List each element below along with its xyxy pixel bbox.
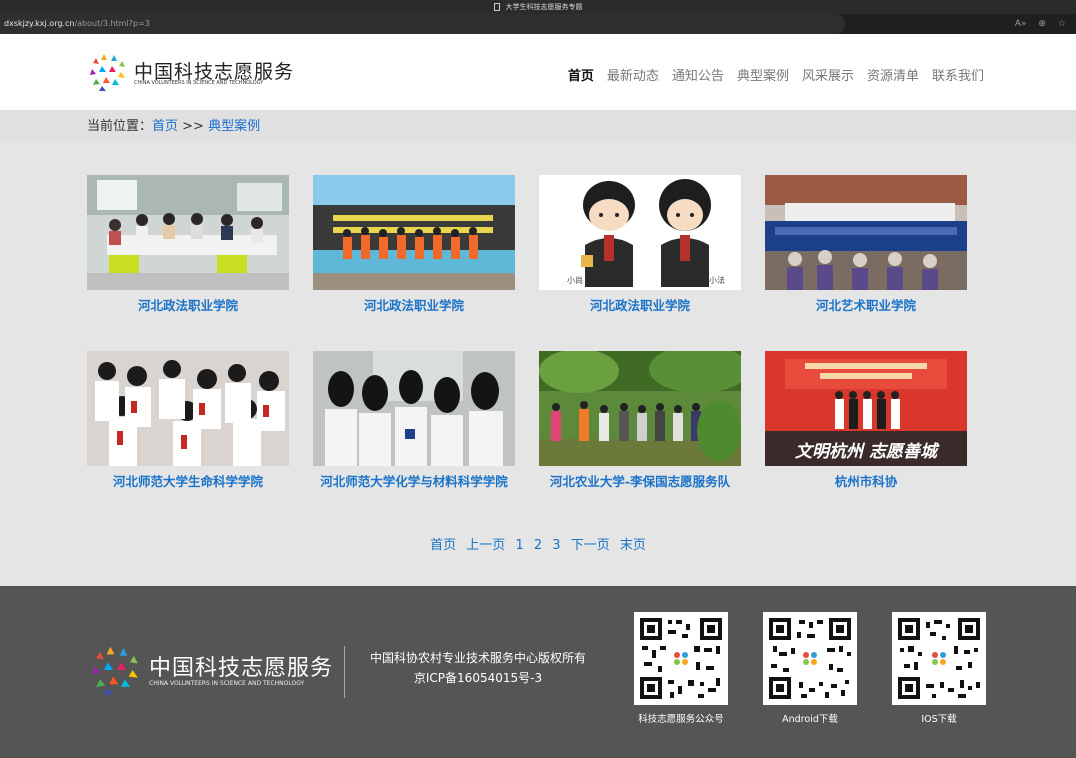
case-card[interactable]: 河北师范大学生命科学学院 xyxy=(87,351,289,490)
copyright-text: 中国科协农村专业技术服务中心版权所有 xyxy=(369,651,586,665)
footer-logo-title: 中国科技志愿服务 xyxy=(149,656,334,681)
url-field[interactable]: dxskjzy.kxj.org.cn/about/3.html?p=3 xyxy=(0,14,845,34)
case-caption[interactable]: 河北政法职业学院 xyxy=(539,295,741,314)
case-caption[interactable]: 河北农业大学-李保国志愿服务队 xyxy=(539,471,741,490)
logo-mark-icon xyxy=(90,54,125,91)
orchard-group-photo[interactable] xyxy=(539,351,741,466)
village-stage-photo[interactable] xyxy=(765,175,967,290)
browser-addressbar: dxskjzy.kxj.org.cn/about/3.html?p=3 A» ⊕… xyxy=(0,14,1076,34)
read-aloud-icon[interactable]: A» xyxy=(1015,19,1027,29)
page-next[interactable]: 下一页 xyxy=(571,538,610,553)
qr-code-icon xyxy=(892,612,986,705)
url-host: dxskjzy.kxj.org.cn xyxy=(4,19,75,28)
page-prev[interactable]: 上一页 xyxy=(466,538,505,553)
qr-label: 科技志愿服务公众号 xyxy=(638,714,724,725)
case-card[interactable]: 河北政法职业学院 xyxy=(313,175,515,314)
breadcrumb-prefix: 当前位置： xyxy=(87,119,153,134)
page-3[interactable]: 3 xyxy=(552,538,560,553)
case-caption[interactable]: 河北师范大学化学与材料科学学院 xyxy=(313,471,515,490)
site-logo[interactable]: 中国科技志愿服务 CHINA VOLUNTEERS IN SCIENCE AND… xyxy=(88,52,293,92)
case-card[interactable]: 文明杭州 志愿善城 杭州市科协 xyxy=(765,351,967,490)
footer-logo-mark-icon xyxy=(92,646,138,695)
footer-copyright: 中国科协农村专业技术服务中心版权所有 京ICP备16054015号-3 xyxy=(358,648,598,688)
meeting-room-photo[interactable] xyxy=(87,175,289,290)
qr-code-icon xyxy=(763,612,857,705)
breadcrumb-separator: >> xyxy=(178,119,209,134)
students-lab-photo[interactable] xyxy=(313,351,515,466)
breadcrumb: 当前位置：首页 >> 典型案例 xyxy=(0,110,1076,143)
cartoon-judges-illustration[interactable]: 小尚 小法 xyxy=(539,175,741,290)
case-caption[interactable]: 河北政法职业学院 xyxy=(87,295,289,314)
page-first[interactable]: 首页 xyxy=(430,538,456,553)
award-ceremony-photo[interactable]: 文明杭州 志愿善城 xyxy=(765,351,967,466)
qr-label: Android下载 xyxy=(782,714,838,725)
pagination: 首页 上一页 1 2 3 下一页 末页 xyxy=(0,534,1076,553)
award-banner-text: 文明杭州 志愿善城 xyxy=(795,442,940,462)
case-caption[interactable]: 河北政法职业学院 xyxy=(313,295,515,314)
case-card[interactable]: 小尚 小法 河北政法职业学院 xyxy=(539,175,741,314)
nav-resources[interactable]: 资源清单 xyxy=(867,65,919,84)
illustration-label-right: 小法 xyxy=(709,275,725,285)
case-card[interactable]: 河北农业大学-李保国志愿服务队 xyxy=(539,351,741,490)
nav-home[interactable]: 首页 xyxy=(568,65,594,84)
icp-number[interactable]: 京ICP备16054015号-3 xyxy=(358,668,598,688)
site-header: 中国科技志愿服务 CHINA VOLUNTEERS IN SCIENCE AND… xyxy=(0,34,1076,110)
page-2[interactable]: 2 xyxy=(534,538,542,553)
favorite-icon[interactable]: ☆ xyxy=(1058,19,1066,29)
url-path: /about/3.html?p=3 xyxy=(74,19,150,28)
site-footer: 中国科技志愿服务 CHINA VOLUNTEERS IN SCIENCE AND… xyxy=(0,586,1076,758)
case-caption[interactable]: 河北师范大学生命科学学院 xyxy=(87,471,289,490)
nav-cases[interactable]: 典型案例 xyxy=(737,65,789,84)
case-card[interactable]: 河北艺术职业学院 xyxy=(765,175,967,314)
nav-contact[interactable]: 联系我们 xyxy=(932,65,984,84)
logo-subtitle: CHINA VOLUNTEERS IN SCIENCE AND TECHNOLO… xyxy=(134,80,264,86)
qr-android[interactable]: Android下载 xyxy=(763,612,857,725)
breadcrumb-home-link[interactable]: 首页 xyxy=(152,119,178,134)
qr-wechat[interactable]: 科技志愿服务公众号 xyxy=(634,612,728,725)
document-icon xyxy=(493,3,500,11)
case-caption[interactable]: 杭州市科协 xyxy=(765,471,967,490)
qr-ios[interactable]: IOS下载 xyxy=(892,612,986,725)
breadcrumb-current-link[interactable]: 典型案例 xyxy=(208,119,260,134)
footer-divider xyxy=(344,646,345,698)
page-1[interactable]: 1 xyxy=(515,538,523,553)
tab-title: 大学生科技志愿服务专题 xyxy=(505,3,583,11)
case-card[interactable]: 河北师范大学化学与材料科学学院 xyxy=(313,351,515,490)
nav-notices[interactable]: 通知公告 xyxy=(672,65,724,84)
nav-showcase[interactable]: 风采展示 xyxy=(802,65,854,84)
zoom-icon[interactable]: ⊕ xyxy=(1038,19,1046,29)
case-caption[interactable]: 河北艺术职业学院 xyxy=(765,295,967,314)
footer-logo-subtitle: CHINA VOLUNTEERS IN SCIENCE AND TECHNOLO… xyxy=(149,680,305,687)
main-nav: 首页 最新动态 通知公告 典型案例 风采展示 资源清单 联系我们 xyxy=(568,65,984,84)
illustration-label-left: 小尚 xyxy=(567,275,583,285)
qr-label: IOS下载 xyxy=(921,714,957,725)
volunteers-in-orange-photo[interactable] xyxy=(313,175,515,290)
qr-code-icon xyxy=(634,612,728,705)
nav-news[interactable]: 最新动态 xyxy=(607,65,659,84)
browser-titlebar: 大学生科技志愿服务专题 xyxy=(0,0,1076,14)
page-last[interactable]: 末页 xyxy=(620,538,646,553)
case-card[interactable]: 河北政法职业学院 xyxy=(87,175,289,314)
url-actions: A» ⊕ ☆ xyxy=(1015,14,1066,34)
students-crowd-photo[interactable] xyxy=(87,351,289,466)
